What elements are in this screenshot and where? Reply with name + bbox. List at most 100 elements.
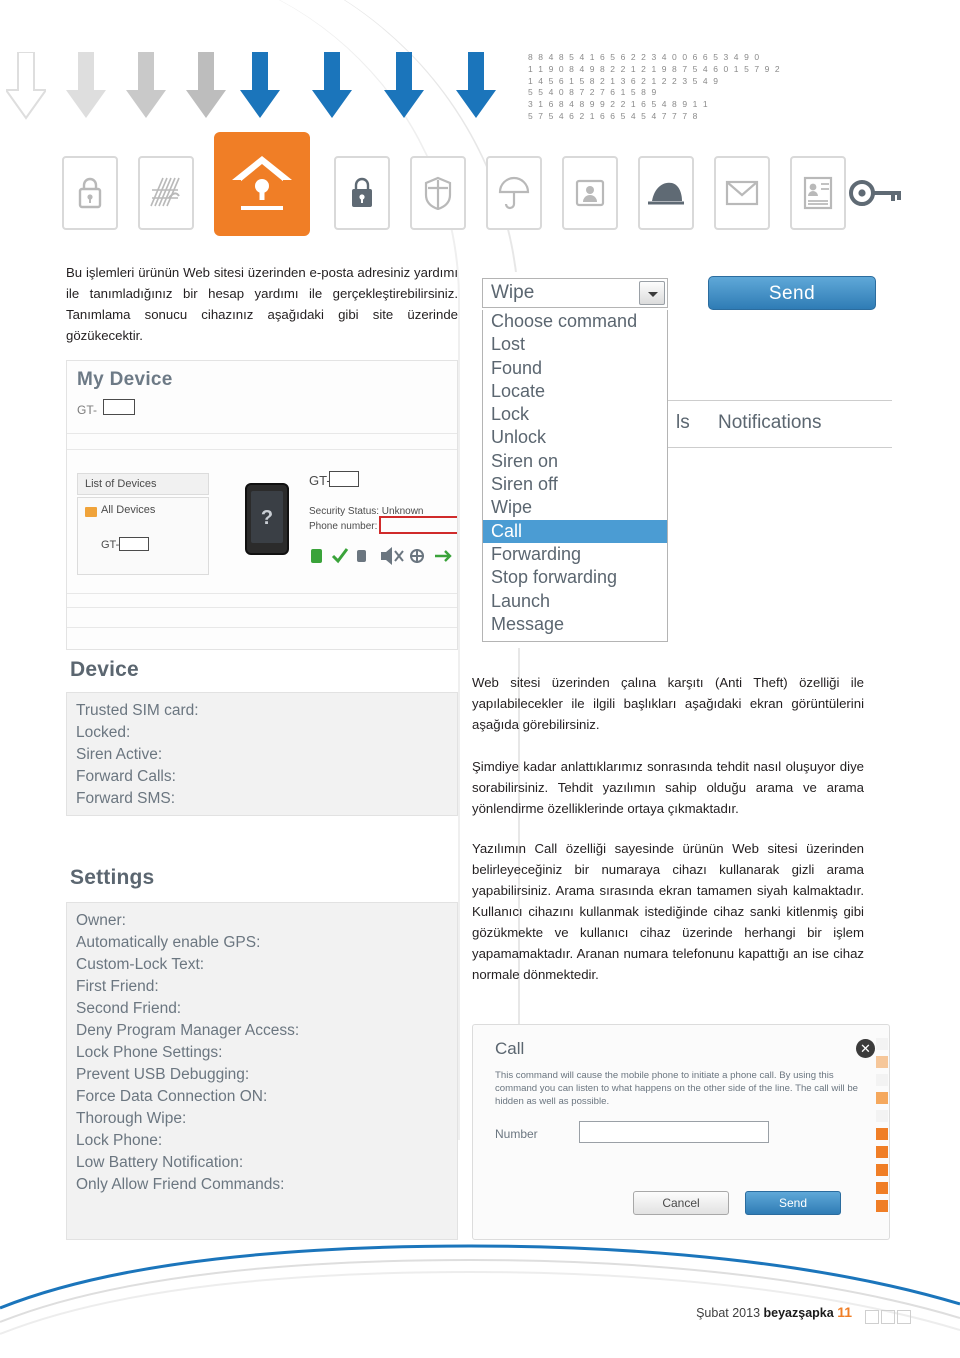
status-icon-row (311, 547, 457, 570)
option-call[interactable]: Call (483, 519, 667, 543)
settings-row: Thorough Wipe: (76, 1110, 187, 1127)
arrow-icon (126, 52, 166, 120)
option-siren-on[interactable]: Siren on (483, 450, 667, 473)
command-select-value: Wipe (491, 282, 535, 303)
option-siren-off[interactable]: Siren off (483, 473, 667, 496)
divider (67, 607, 457, 608)
lock-icon (62, 156, 118, 230)
number-label: Number (495, 1127, 538, 1141)
settings-row: Force Data Connection ON: (76, 1088, 268, 1105)
device-item-label: GT- (101, 539, 120, 551)
footer-grid-cell (881, 1310, 895, 1324)
footer-date: Şubat 2013 (696, 1306, 764, 1320)
phone-number-highlight (379, 516, 457, 534)
option-unlock[interactable]: Unlock (483, 426, 667, 449)
option-lock[interactable]: Lock (483, 403, 667, 426)
cancel-button[interactable]: Cancel (633, 1191, 729, 1215)
screenshot-device-settings: Device Trusted SIM card: Locked: Siren A… (66, 658, 458, 1240)
arrow-icon (6, 52, 46, 120)
decorative-square (876, 1038, 888, 1050)
settings-row: Prevent USB Debugging: (76, 1066, 250, 1083)
settings-row: Lock Phone: (76, 1132, 163, 1149)
all-devices-label: All Devices (101, 504, 156, 516)
device-row: Forward Calls: (76, 768, 176, 785)
hat-icon (638, 156, 694, 230)
decorative-square (876, 1074, 888, 1086)
folder-icon (85, 507, 97, 517)
screenshot-my-device: My Device GT- List of Devices All Device… (66, 360, 458, 650)
my-device-title: My Device (77, 369, 173, 390)
footer-grid-cell (897, 1310, 911, 1324)
option-choose-command[interactable]: Choose command (483, 310, 667, 333)
paragraph-anti-theft: Web sitesi üzerinden çalına karşıtı (Ant… (472, 675, 864, 732)
phone-number-label: Phone number: (309, 521, 378, 532)
phone-thumbnail: ? (245, 483, 289, 555)
decorative-square (876, 1110, 888, 1122)
call-dialog-body: This command will cause the mobile phone… (495, 1070, 859, 1107)
icon-row (62, 132, 904, 248)
device-row: Locked: (76, 724, 131, 741)
digits-line: 1 4 5 6 1 5 8 2 1 3 6 2 1 2 2 3 5 4 9 (528, 75, 720, 86)
home-shield-icon (214, 132, 310, 236)
portrait-folder-icon (562, 156, 618, 230)
divider (67, 627, 457, 628)
redacted-box (119, 537, 149, 551)
device-rows: Trusted SIM card: Locked: Siren Active: … (76, 700, 199, 810)
option-wipe[interactable]: Wipe (483, 496, 667, 519)
digits-line: 8 8 4 8 5 4 1 6 5 6 2 2 3 4 0 0 6 6 5 3 … (528, 52, 761, 62)
page-number: 11 (837, 1304, 852, 1320)
option-found[interactable]: Found (483, 357, 667, 380)
divider (67, 593, 457, 594)
decorative-square (876, 1200, 888, 1212)
device-row: Trusted SIM card: (76, 702, 199, 719)
paragraph-call-feature: Yazılımın Call özelliği sayesinde ürünün… (472, 841, 864, 982)
option-lost[interactable]: Lost (483, 333, 667, 356)
decorative-arrows (0, 52, 560, 122)
umbrella-icon (486, 156, 542, 230)
digits-line: 3 1 6 8 4 8 9 9 2 2 1 6 5 4 8 9 1 1 (528, 99, 710, 110)
option-forwarding[interactable]: Forwarding (483, 543, 667, 566)
call-dialog-title: Call (495, 1039, 525, 1058)
intro-paragraph: Bu işlemleri ürünün Web sitesi üzerinden… (66, 265, 458, 343)
settings-row: Low Battery Notification: (76, 1154, 244, 1171)
arrow-icon (312, 52, 352, 120)
arrow-icon (66, 52, 106, 120)
chevron-down-icon[interactable] (639, 281, 665, 305)
send-button[interactable]: Send (708, 276, 876, 310)
option-locate[interactable]: Locate (483, 380, 667, 403)
decorative-square (876, 1092, 888, 1104)
send-button[interactable]: Send (745, 1191, 841, 1215)
envelope-icon (714, 156, 770, 230)
page: 8 8 4 8 5 4 1 6 5 6 2 2 3 4 0 0 6 6 5 3 … (0, 0, 960, 1358)
settings-row: Deny Program Manager Access: (76, 1022, 300, 1039)
divider (67, 449, 457, 450)
padlock-icon (334, 156, 390, 230)
option-stop-forwarding[interactable]: Stop forwarding (483, 566, 667, 589)
divider (67, 433, 457, 434)
key-icon (848, 156, 904, 230)
decorative-square (876, 1146, 888, 1158)
footer-square-grid (864, 1309, 920, 1330)
number-input[interactable] (579, 1121, 769, 1143)
tab-partial-label[interactable]: ls (676, 412, 690, 434)
tab-notifications[interactable]: Notifications (718, 412, 822, 434)
paragraph-threat: Şimdiye kadar anlattıklarımız sonrasında… (472, 759, 864, 816)
settings-row: Automatically enable GPS: (76, 934, 261, 951)
settings-row: Only Allow Friend Commands: (76, 1176, 285, 1193)
settings-row: Lock Phone Settings: (76, 1044, 223, 1061)
arrow-icon (456, 52, 496, 120)
option-launch[interactable]: Launch (483, 590, 667, 613)
decorative-square (876, 1182, 888, 1194)
device-row: Siren Active: (76, 746, 163, 763)
digits-line: 5 5 4 0 8 7 2 7 6 1 5 8 9 (528, 87, 658, 98)
command-select[interactable]: Wipe (482, 278, 668, 308)
decorative-square (876, 1164, 888, 1176)
command-option-list[interactable]: Choose command Lost Found Locate Lock Un… (482, 310, 668, 642)
settings-section-header: Settings (70, 866, 155, 889)
close-icon[interactable]: ✕ (856, 1039, 875, 1058)
option-message[interactable]: Message (483, 613, 667, 636)
footer-wave (0, 1238, 960, 1358)
screenshot-call-dialog: Call ✕ This command will cause the mobil… (472, 1024, 890, 1240)
tab-strip: ls Notifications (662, 400, 892, 448)
redacted-box (103, 399, 135, 415)
